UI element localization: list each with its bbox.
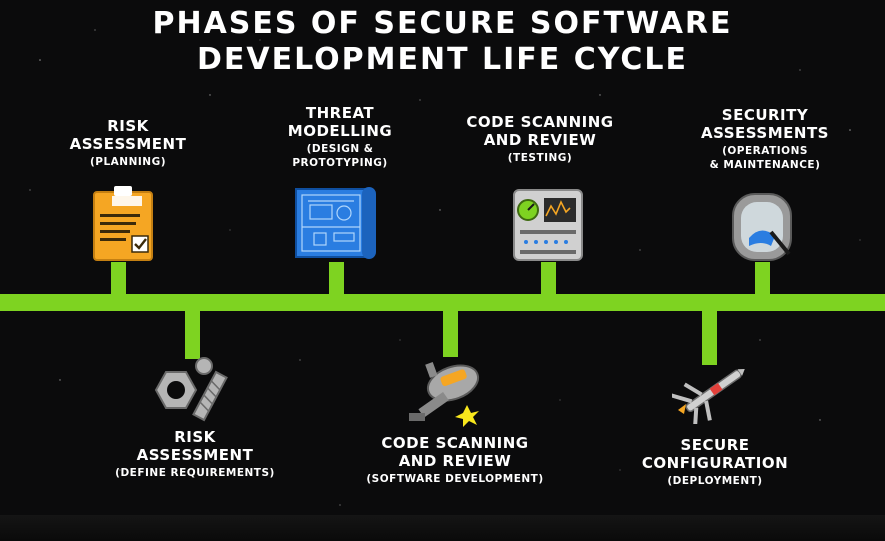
timeline-connector bbox=[111, 262, 126, 296]
title-line-2: DEVELOPMENT LIFE CYCLE bbox=[196, 42, 688, 77]
phase-label-requirements: RISK ASSESSMENT (DEFINE REQUIREMENTS) bbox=[85, 428, 305, 480]
phase-subtitle: (OPERATIONS bbox=[722, 145, 808, 157]
phase-title: RISK bbox=[107, 117, 149, 135]
phase-label-design: THREAT MODELLING (DESIGN & PROTOTYPING) bbox=[255, 104, 425, 170]
phase-subtitle: (TESTING) bbox=[507, 152, 573, 164]
nut-and-bolt-icon bbox=[154, 357, 228, 422]
control-panel-icon bbox=[513, 189, 583, 261]
phase-title: ASSESSMENT bbox=[69, 135, 187, 153]
timeline-connector bbox=[443, 309, 458, 357]
blueprint-icon bbox=[295, 187, 376, 259]
phase-subtitle: PROTOTYPING) bbox=[292, 157, 388, 169]
phase-label-deployment: SECURE CONFIGURATION (DEPLOYMENT) bbox=[620, 436, 810, 488]
title-line-1: PHASES OF SECURE SOFTWARE bbox=[152, 6, 733, 41]
phase-title: SECURITY bbox=[721, 106, 809, 124]
phase-title: THREAT bbox=[305, 104, 375, 122]
phase-subtitle: (DESIGN & bbox=[306, 143, 374, 155]
phase-title: AND REVIEW bbox=[398, 452, 512, 470]
phase-title: MODELLING bbox=[287, 122, 393, 140]
phase-title: CONFIGURATION bbox=[641, 454, 789, 472]
bottom-reflection-strip bbox=[0, 515, 885, 541]
timeline-connector bbox=[702, 309, 717, 365]
clipboard-checklist-icon bbox=[93, 186, 153, 261]
phase-title: ASSESSMENTS bbox=[701, 124, 829, 142]
phase-title: SECURE bbox=[680, 436, 750, 454]
window-cleaning-icon bbox=[732, 193, 792, 261]
timeline-connector bbox=[329, 262, 344, 296]
phase-label-testing: CODE SCANNING AND REVIEW (TESTING) bbox=[455, 113, 625, 165]
phase-title: CODE SCANNING bbox=[381, 434, 529, 452]
timeline-connector bbox=[541, 262, 556, 296]
phase-subtitle: (PLANNING) bbox=[90, 156, 166, 168]
phase-subtitle: (DEFINE REQUIREMENTS) bbox=[115, 467, 275, 479]
phase-subtitle: & MAINTENANCE) bbox=[709, 159, 821, 171]
droid-welding-icon bbox=[409, 361, 480, 427]
timeline-connector bbox=[755, 262, 770, 296]
phase-subtitle: (SOFTWARE DEVELOPMENT) bbox=[366, 473, 544, 485]
phase-label-planning: RISK ASSESSMENT (PLANNING) bbox=[43, 117, 213, 169]
timeline-connector bbox=[185, 309, 200, 359]
phase-title: ASSESSMENT bbox=[136, 446, 254, 464]
page-title: PHASES OF SECURE SOFTWARE DEVELOPMENT LI… bbox=[0, 6, 885, 78]
phase-title: CODE SCANNING bbox=[466, 113, 614, 131]
phase-title: RISK bbox=[174, 428, 216, 446]
phase-label-operations: SECURITY ASSESSMENTS (OPERATIONS & MAINT… bbox=[675, 106, 855, 172]
starfighter-icon bbox=[672, 369, 745, 424]
phase-title: AND REVIEW bbox=[483, 131, 597, 149]
phase-label-development: CODE SCANNING AND REVIEW (SOFTWARE DEVEL… bbox=[340, 434, 570, 486]
phase-subtitle: (DEPLOYMENT) bbox=[667, 475, 763, 487]
